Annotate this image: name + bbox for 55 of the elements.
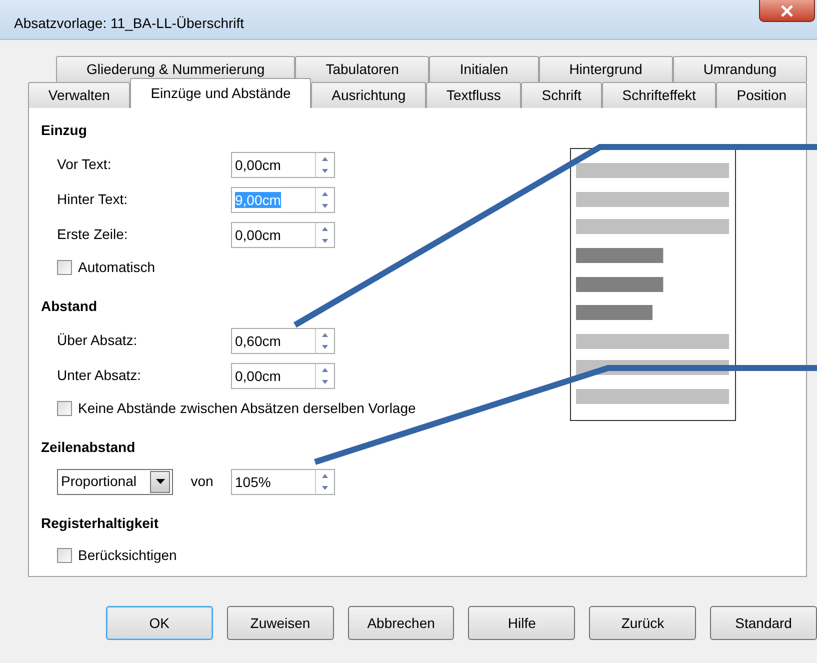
field-label: Über Absatz: [57,331,138,350]
dialog-button[interactable]: Abbrechen [348,606,454,640]
dialog-button[interactable]: Standard [710,606,817,640]
dialog-button[interactable]: Hilfe [468,606,576,640]
section-heading: Einzug [41,121,88,140]
up-arrow-icon [321,226,329,232]
dialog-button[interactable]: OK [106,606,213,640]
section-heading: Zeilenabstand [41,438,136,457]
spin-field[interactable]: 0,00cm [231,362,335,388]
up-arrow-icon [321,332,329,338]
dropdown[interactable]: Proportional [57,468,173,494]
tab[interactable]: Einzüge und Abstände [130,78,312,108]
down-arrow-icon [321,238,329,244]
dialog-button[interactable]: Zuweisen [226,606,334,640]
up-arrow-icon [321,190,329,196]
checkbox-label: Keine Abstände zwischen Absätzen derselben Vorlage [78,398,416,418]
tab[interactable]: Initialen [429,56,539,82]
close-button[interactable] [759,0,815,22]
up-arrow-icon [321,156,329,162]
dialog-button[interactable]: Zurück [589,606,696,640]
checkbox-label: Berücksichtigen [78,546,177,565]
checkbox[interactable] [57,400,72,416]
checkbox-label: Automatisch [78,258,156,276]
down-arrow-icon [321,168,329,174]
spin-field[interactable]: 0,60cm [231,328,335,354]
field-label: von [190,472,214,491]
tab[interactable]: Hintergrund [538,56,673,82]
caret-icon [156,479,164,484]
tab[interactable]: Schrifteffekt [602,82,716,108]
tab[interactable]: Tabulatoren [295,56,430,82]
field-label: Vor Text: [57,155,112,174]
tab[interactable]: Position [716,82,807,108]
down-arrow-icon [321,484,329,490]
up-arrow-icon [321,366,329,372]
down-arrow-icon [321,378,329,384]
checkbox[interactable] [57,260,72,274]
down-arrow-icon [321,202,329,208]
tab[interactable]: Verwalten [28,82,130,108]
spin-field[interactable]: 0,00cm [231,222,335,248]
tab[interactable]: Schrift [521,82,602,108]
section-heading: Registerhaltigkeit [41,514,160,533]
spin-field[interactable]: 105% [231,468,335,494]
down-arrow-icon [321,344,329,350]
close-icon [780,4,794,16]
tab[interactable]: Umrandung [672,56,808,82]
checkbox[interactable] [57,548,72,562]
tab[interactable]: Ausrichtung [311,82,426,108]
section-heading: Abstand [41,297,98,316]
field-label: Erste Zeile: [57,225,129,244]
up-arrow-icon [321,472,329,478]
field-label: Hinter Text: [57,190,129,209]
field-label: Unter Absatz: [57,366,142,385]
window-title: Absatzvorlage: 11_BA-LL-Überschrift [14,14,244,33]
tab[interactable]: Textfluss [426,82,522,108]
spin-field[interactable]: 0,00cm [231,152,335,178]
